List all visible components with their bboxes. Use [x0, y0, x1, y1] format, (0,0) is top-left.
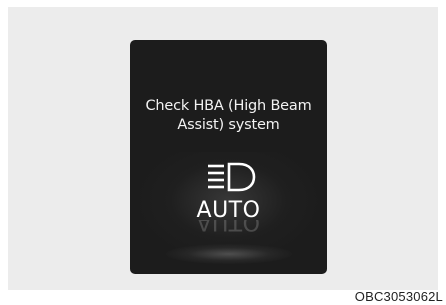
display-floor-reflection — [166, 244, 292, 264]
high-beam-headlamp-icon — [199, 160, 261, 194]
warning-message-line-1: Check HBA (High Beam — [145, 98, 312, 114]
figure-code: OBC3053062L — [354, 289, 443, 304]
warning-message: Check HBA (High Beam Assist) system — [130, 97, 327, 135]
auto-mode-reflection: AUTO — [196, 220, 261, 234]
warning-message-line-2: Assist) system — [177, 117, 280, 133]
cluster-display: Check HBA (High Beam Assist) system AUTO… — [130, 40, 327, 274]
